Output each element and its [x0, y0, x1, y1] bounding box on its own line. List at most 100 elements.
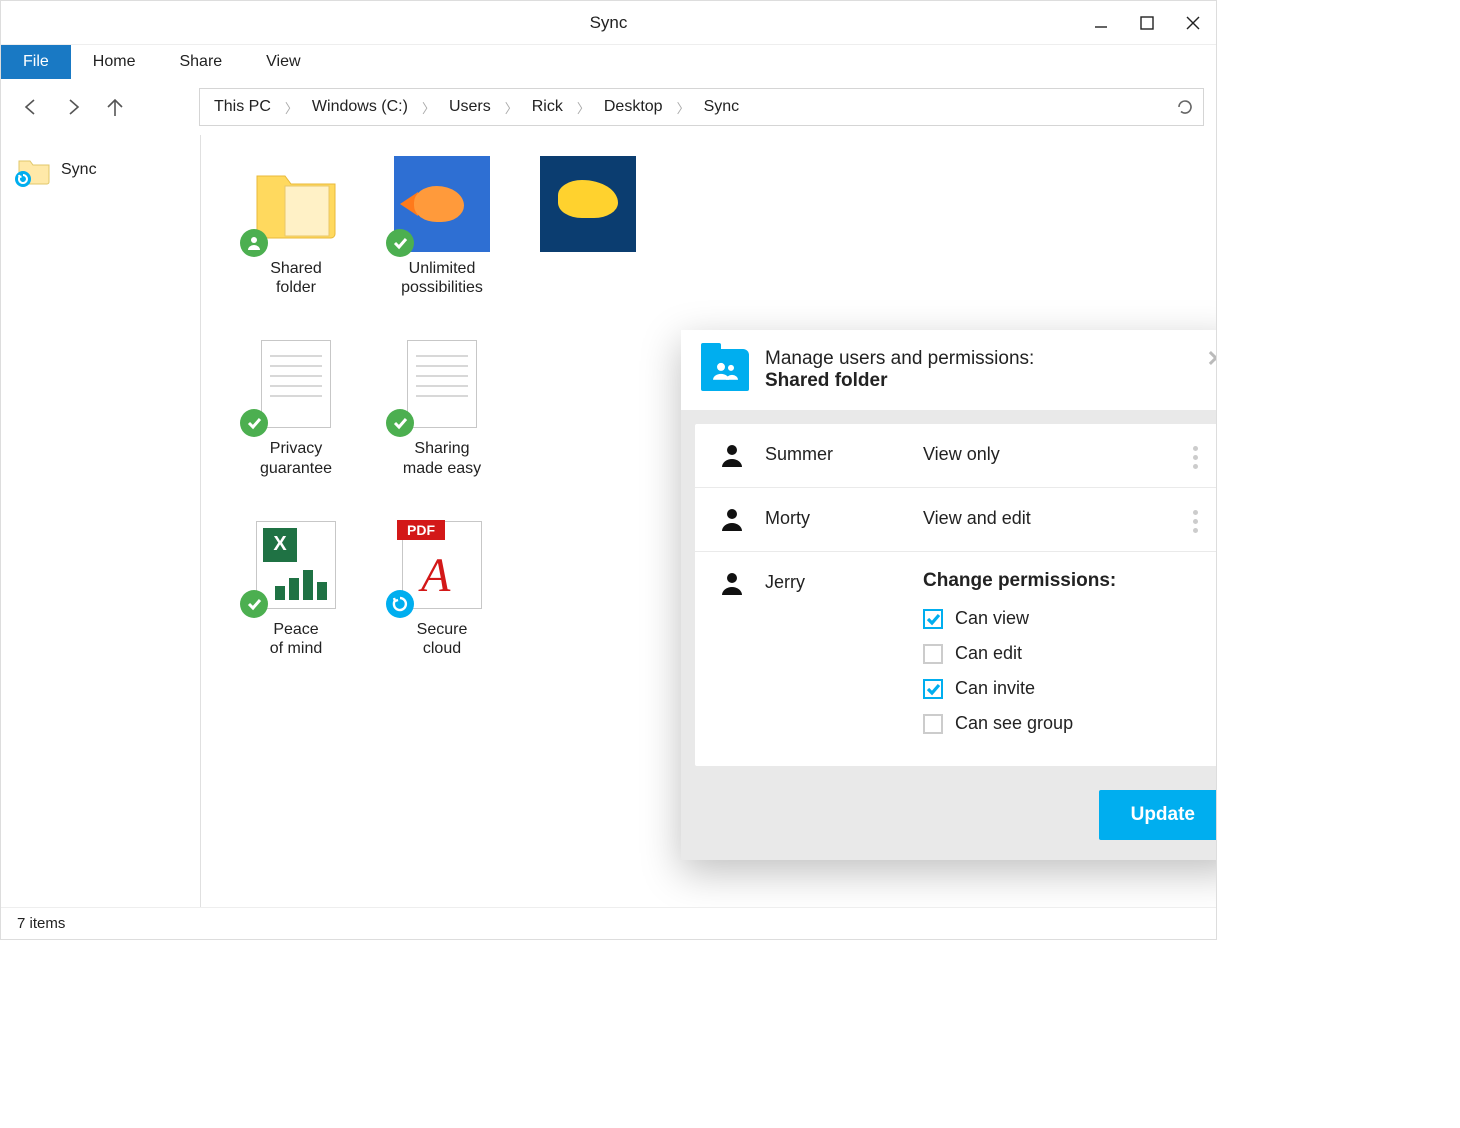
minimize-button[interactable]: [1078, 1, 1124, 44]
crumb-this-pc[interactable]: This PC: [200, 89, 285, 125]
chevron-right-icon: 〉: [422, 98, 435, 117]
permission-label: Can invite: [955, 678, 1035, 699]
ribbon-tab-file[interactable]: File: [1, 45, 71, 79]
user-row-morty: Morty View and edit: [695, 488, 1216, 552]
update-button[interactable]: Update: [1099, 790, 1216, 840]
ribbon-tab-home[interactable]: Home: [71, 45, 158, 79]
main-area: Sync Sharedfolder Unlimitedpossibilities P…: [1, 135, 1216, 907]
dialog-close-button[interactable]: ✕: [1207, 346, 1216, 372]
permission-option[interactable]: Can view: [923, 608, 1205, 629]
crumb-users[interactable]: Users: [435, 89, 505, 125]
file-label: Unlimitedpossibilities: [401, 259, 483, 297]
file-thumbnail: [392, 157, 492, 251]
permission-label: Can view: [955, 608, 1029, 629]
permission-option[interactable]: Can invite: [923, 678, 1205, 699]
user-permission: View only: [923, 442, 1167, 465]
dialog-title: Manage users and permissions:: [765, 348, 1034, 370]
chevron-right-icon: 〉: [285, 98, 298, 117]
maximize-button[interactable]: [1124, 1, 1170, 44]
back-button[interactable]: [13, 89, 49, 125]
user-row-jerry: Jerry Change permissions: Can view Can ed…: [695, 552, 1216, 766]
navigation-row: This PC 〉 Windows (C:) 〉 Users 〉 Rick 〉 …: [1, 79, 1216, 135]
refresh-button[interactable]: [1165, 89, 1203, 125]
file-pane[interactable]: Sharedfolder Unlimitedpossibilities Privac…: [201, 135, 1216, 907]
ribbon-tab-view[interactable]: View: [244, 45, 322, 79]
titlebar: Sync: [1, 1, 1216, 45]
more-options-button[interactable]: [1185, 506, 1205, 533]
ribbon-tab-share[interactable]: Share: [157, 45, 244, 79]
crumb-rick[interactable]: Rick: [518, 89, 577, 125]
user-permission: View and edit: [923, 506, 1167, 529]
file-thumbnail: [246, 157, 346, 251]
file-label: Sharedfolder: [270, 259, 322, 297]
checkmark-overlay-icon: [240, 409, 268, 437]
file-item[interactable]: [523, 157, 653, 297]
user-row-summer: Summer View only: [695, 424, 1216, 488]
file-label: Peaceof mind: [270, 620, 322, 658]
sidebar-item-sync[interactable]: Sync: [11, 151, 190, 189]
file-thumbnail: [392, 337, 492, 431]
chevron-right-icon: 〉: [677, 98, 690, 117]
crumb-c-drive[interactable]: Windows (C:): [298, 89, 422, 125]
dialog-body: Summer View only Morty View and edit: [681, 410, 1216, 780]
person-overlay-icon: [240, 229, 268, 257]
checkbox[interactable]: [923, 679, 943, 699]
forward-button[interactable]: [55, 89, 91, 125]
sidebar: Sync: [1, 135, 201, 907]
dialog-header: Manage users and permissions: Shared fol…: [681, 330, 1216, 410]
person-icon: [717, 570, 747, 596]
file-label: Sharingmade easy: [403, 439, 481, 477]
permission-editor: Change permissions: Can view Can edit Can …: [923, 570, 1205, 748]
explorer-window: Sync File Home Share View This PC 〉 Wind…: [0, 0, 1217, 940]
checkmark-overlay-icon: [240, 590, 268, 618]
dialog-footer: Update: [681, 780, 1216, 860]
permission-option[interactable]: Can edit: [923, 643, 1205, 664]
sync-overlay-icon: [15, 171, 31, 187]
file-label: Privacyguarantee: [260, 439, 332, 477]
change-permissions-heading: Change permissions:: [923, 570, 1205, 592]
user-list: Summer View only Morty View and edit: [695, 424, 1216, 766]
file-item[interactable]: PDFA Securecloud: [377, 518, 507, 658]
checkbox[interactable]: [923, 609, 943, 629]
dialog-subtitle: Shared folder: [765, 370, 1034, 392]
folder-icon: [17, 155, 51, 185]
file-item[interactable]: Privacyguarantee: [231, 337, 361, 477]
checkbox[interactable]: [923, 714, 943, 734]
file-item[interactable]: Sharingmade easy: [377, 337, 507, 477]
sidebar-item-label: Sync: [61, 161, 97, 179]
crumb-sync[interactable]: Sync: [690, 89, 754, 125]
file-thumbnail: PDFA: [392, 518, 492, 612]
more-options-button[interactable]: [1185, 442, 1205, 469]
window-controls: [1078, 1, 1216, 44]
user-name: Jerry: [765, 570, 905, 593]
person-icon: [717, 506, 747, 532]
window-title: Sync: [590, 13, 628, 33]
file-thumbnail: [538, 157, 638, 251]
permissions-dialog: Manage users and permissions: Shared fol…: [681, 330, 1216, 860]
permission-label: Can edit: [955, 643, 1022, 664]
shared-folder-icon: [701, 349, 749, 391]
up-button[interactable]: [97, 89, 133, 125]
permission-option[interactable]: Can see group: [923, 713, 1205, 734]
file-thumbnail: [246, 337, 346, 431]
permission-label: Can see group: [955, 713, 1073, 734]
ribbon-tabs: File Home Share View: [1, 45, 1216, 79]
person-icon: [717, 442, 747, 468]
user-name: Morty: [765, 506, 905, 529]
chevron-right-icon: 〉: [577, 98, 590, 117]
user-name: Summer: [765, 442, 905, 465]
checkmark-overlay-icon: [386, 409, 414, 437]
file-thumbnail: X: [246, 518, 346, 612]
file-item[interactable]: Sharedfolder: [231, 157, 361, 297]
breadcrumb[interactable]: This PC 〉 Windows (C:) 〉 Users 〉 Rick 〉 …: [199, 88, 1204, 126]
chevron-right-icon: 〉: [505, 98, 518, 117]
file-item[interactable]: Unlimitedpossibilities: [377, 157, 507, 297]
checkmark-overlay-icon: [386, 229, 414, 257]
file-item[interactable]: X Peaceof mind: [231, 518, 361, 658]
crumb-desktop[interactable]: Desktop: [590, 89, 677, 125]
file-label: Securecloud: [417, 620, 468, 658]
checkbox[interactable]: [923, 644, 943, 664]
sync-overlay-icon: [386, 590, 414, 618]
close-button[interactable]: [1170, 1, 1216, 44]
status-bar: 7 items: [1, 907, 1216, 939]
